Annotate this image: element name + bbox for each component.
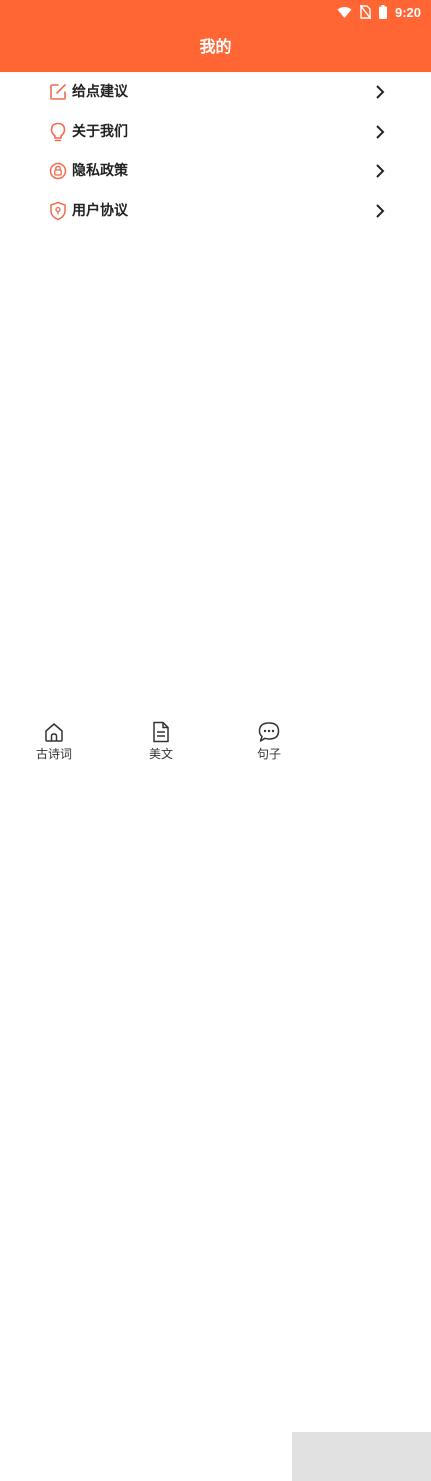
app-header: 9:20 我的	[0, 0, 431, 72]
nav-label: 古诗词	[35, 747, 72, 761]
nav-label: 句子	[256, 747, 281, 761]
menu-item-label: 隐私政策	[72, 163, 128, 179]
chevron-right-icon	[376, 124, 385, 139]
chevron-right-icon	[376, 85, 385, 99]
nav-tab-poetry[interactable]: 古诗词	[14, 720, 94, 762]
battery-icon	[378, 5, 387, 19]
wifi-icon	[337, 6, 352, 18]
menu-item-label: 给点建议	[72, 84, 128, 100]
bottom-navigation: 古诗词 美文 句子	[0, 714, 431, 1481]
lock-icon	[49, 161, 67, 181]
page-title: 我的	[199, 37, 232, 56]
chat-bubble-icon	[258, 722, 280, 742]
settings-menu: 给点建议 关于我们 隐私政策 用户协议	[0, 72, 431, 230]
status-bar: 9:20	[0, 0, 431, 24]
document-icon	[153, 721, 169, 743]
chevron-right-icon	[376, 203, 385, 218]
menu-item-about-us[interactable]: 关于我们	[0, 112, 431, 152]
nav-label: 美文	[148, 747, 173, 761]
shield-icon	[49, 201, 67, 221]
menu-item-privacy-policy[interactable]: 隐私政策	[0, 151, 431, 191]
no-sim-icon	[359, 5, 371, 19]
home-icon	[45, 723, 63, 742]
watermark-overlay	[292, 1432, 431, 1481]
lightbulb-icon	[49, 122, 67, 142]
menu-item-user-agreement[interactable]: 用户协议	[0, 191, 431, 231]
edit-icon	[49, 82, 67, 102]
menu-item-feedback[interactable]: 给点建议	[0, 72, 431, 112]
chevron-right-icon	[376, 164, 385, 178]
nav-tab-essays[interactable]: 美文	[121, 720, 201, 762]
menu-item-label: 关于我们	[72, 123, 128, 140]
nav-tab-sentences[interactable]: 句子	[229, 720, 309, 762]
status-icons: 9:20	[337, 4, 421, 20]
menu-item-label: 用户协议	[72, 202, 128, 219]
status-time: 9:20	[394, 4, 421, 20]
